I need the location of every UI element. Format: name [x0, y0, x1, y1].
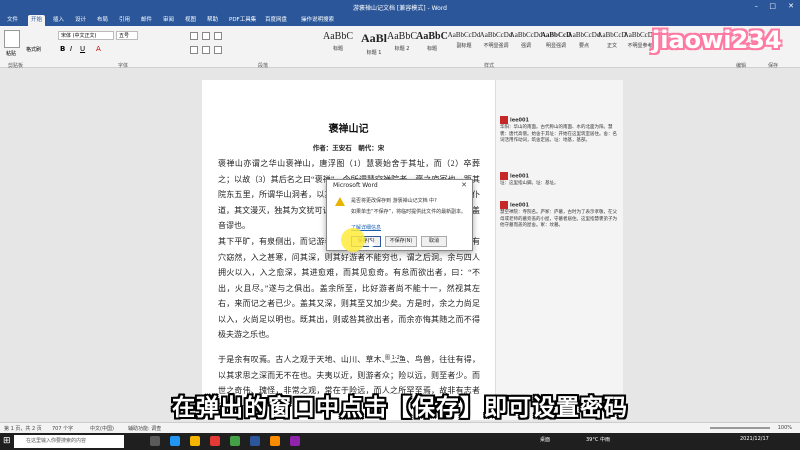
maximize-icon[interactable]: □ — [769, 2, 776, 10]
paste-label: 粘贴 — [6, 51, 17, 57]
weather-widget[interactable]: 39°C 中雨 — [586, 436, 610, 443]
font-name-select[interactable]: 宋体 (中文正文) — [58, 31, 114, 40]
file-explorer-icon[interactable] — [190, 436, 200, 446]
language[interactable]: 中文(中国) — [90, 425, 114, 432]
underline-icon[interactable]: U — [80, 45, 85, 53]
desktop-label[interactable]: 桌面 — [540, 436, 550, 443]
comment-1[interactable]: lee001 华阳：华山的南面。古代称山的南面、水的北面为阳。慧褒：唐代高僧。始… — [500, 116, 620, 145]
video-caption: 在弹出的窗口中点击【保存】即可设置密码 — [172, 395, 628, 421]
align-left-icon[interactable] — [190, 46, 198, 54]
format-painter-button[interactable]: 格式刷 — [26, 46, 41, 53]
app-icon[interactable] — [290, 436, 300, 446]
comment-avatar-icon — [500, 116, 508, 124]
tab-pdf-tools[interactable]: PDF工具集 — [226, 15, 259, 26]
tab-baidu-netdisk[interactable]: 百度网盘 — [262, 15, 290, 26]
tab-design[interactable]: 设计 — [72, 15, 89, 26]
tab-home[interactable]: 开始 — [28, 15, 46, 26]
close-icon[interactable]: ✕ — [788, 2, 794, 10]
tab-insert[interactable]: 插入 — [50, 15, 67, 26]
close-icon[interactable]: ✕ — [461, 181, 467, 189]
minimize-icon[interactable]: – — [755, 2, 759, 10]
dialog-title: Microsoft Word — [333, 182, 378, 189]
accessibility-status[interactable]: 辅助功能: 调查 — [128, 425, 161, 432]
task-view-icon[interactable] — [150, 436, 160, 446]
status-bar: 第 1 页，共 2 页 707 个字 中文(中国) 辅助功能: 调查 100% — [0, 422, 800, 433]
document-title: 褒禅山记 — [328, 124, 369, 135]
start-icon[interactable]: ⊞ — [3, 436, 11, 446]
italic-icon[interactable]: I — [70, 45, 72, 53]
app-icon[interactable] — [230, 436, 240, 446]
tab-help[interactable]: 帮助 — [204, 15, 221, 26]
tab-view[interactable]: 视图 — [182, 15, 199, 26]
dont-save-button[interactable]: 不保存(N) — [385, 236, 417, 247]
tab-tell-me[interactable]: 操作说明搜索 — [298, 15, 337, 26]
dialog-detail: 如果单击“不保存”，将临时提供此文件的最新副本。 — [351, 209, 467, 215]
document-author: 作者：王安石 朝代：宋 — [312, 144, 385, 152]
title-bar: 游褒禅山记文档 [兼容模式] - Word ✕ □ – — [0, 0, 800, 13]
zoom-slider[interactable] — [710, 427, 770, 429]
comment-avatar-icon — [500, 201, 508, 209]
taskbar: ⊞ 在这里输入你要搜索的内容 桌面 39°C 中雨 2021/12/17 — [0, 433, 800, 450]
ribbon-tabs: 文件 开始 插入 设计 布局 引用 邮件 审阅 视图 帮助 PDF工具集 百度网… — [0, 13, 800, 26]
app-icon[interactable] — [270, 436, 280, 446]
align-right-icon[interactable] — [214, 46, 222, 54]
taskbar-search[interactable]: 在这里输入你要搜索的内容 — [14, 435, 124, 448]
cancel-button[interactable]: 取消 — [421, 236, 447, 247]
figure-mark: 图 1-2 — [385, 354, 400, 361]
edge-icon[interactable] — [170, 436, 180, 446]
word-icon[interactable] — [250, 436, 260, 446]
tab-references[interactable]: 引用 — [116, 15, 133, 26]
warning-icon — [335, 197, 345, 206]
comment-avatar-icon — [500, 172, 508, 180]
font-color-icon[interactable]: A — [96, 45, 101, 53]
style-title[interactable]: AaBbC 标题 — [320, 31, 356, 61]
window-title: 游褒禅山记文档 [兼容模式] - Word — [353, 5, 447, 12]
tab-mailings[interactable]: 邮件 — [138, 15, 155, 26]
bold-icon[interactable]: B — [60, 45, 65, 53]
tab-file[interactable]: 文件 — [4, 15, 21, 26]
bullets-icon[interactable] — [190, 32, 198, 40]
tab-review[interactable]: 审阅 — [160, 15, 177, 26]
numbering-icon[interactable] — [202, 32, 210, 40]
tab-layout[interactable]: 布局 — [94, 15, 111, 26]
word-count[interactable]: 707 个字 — [52, 425, 73, 432]
paste-icon[interactable] — [4, 30, 20, 48]
app-icon[interactable] — [210, 436, 220, 446]
page-count[interactable]: 第 1 页，共 2 页 — [4, 425, 42, 432]
align-center-icon[interactable] — [202, 46, 210, 54]
style-subtitle[interactable]: AaBbCcDd 副标题 — [446, 31, 482, 61]
click-highlight — [341, 228, 365, 252]
comment-2[interactable]: lee001 址：这里指山脚。址：基址。 — [500, 172, 620, 188]
zoom-level[interactable]: 100% — [778, 425, 792, 431]
comment-3[interactable]: lee001 慧空禅院：寺院名。庐冢：庐墓，古时为了表示孝敬，在父母或老师的墓旁… — [500, 201, 620, 230]
clock[interactable]: 2021/12/17 — [740, 436, 769, 442]
multilevel-list-icon[interactable] — [214, 32, 222, 40]
watermark-logo: jiaowi234 — [652, 26, 782, 54]
font-size-select[interactable]: 五号 — [116, 31, 138, 40]
style-heading[interactable]: AaBbC 标题 — [414, 31, 450, 61]
dialog-message: 是否将更改保存到 游褒禅山记文档 中? — [351, 198, 437, 204]
